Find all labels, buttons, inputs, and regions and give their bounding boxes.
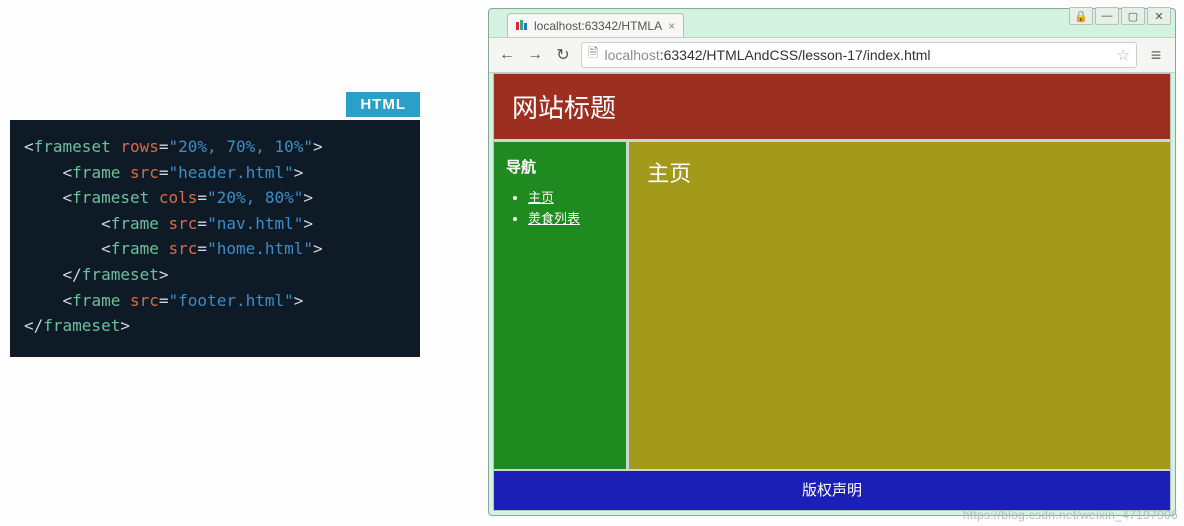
code-block: <frameset rows="20%, 70%, 10%"> <frame s… — [10, 120, 420, 357]
nav-list: 主页 羙食列表 — [506, 187, 614, 227]
back-button[interactable]: ← — [497, 45, 517, 65]
window-close-button[interactable]: ✕ — [1147, 7, 1171, 25]
page-viewport: 网站标题 导航 主页 羙食列表 主页 版权声明 — [493, 73, 1171, 511]
code-snippet: HTML <frameset rows="20%, 70%, 10%"> <fr… — [10, 120, 420, 357]
code-language-badge: HTML — [346, 92, 420, 117]
hamburger-menu-icon[interactable]: ≡ — [1145, 44, 1167, 66]
tab-close-icon[interactable]: × — [668, 19, 675, 33]
list-item: 羙食列表 — [528, 208, 614, 227]
frame-header: 网站标题 — [494, 74, 1170, 142]
window-maximize-button[interactable]: ▢ — [1121, 7, 1145, 25]
nav-link-home[interactable]: 主页 — [528, 190, 554, 205]
frame-middle-row: 导航 主页 羙食列表 主页 — [494, 142, 1170, 471]
frame-main: 主页 — [629, 142, 1170, 469]
window-controls: 🔒 — ▢ ✕ — [1069, 7, 1171, 25]
browser-tab[interactable]: localhost:63342/HTMLA × — [507, 13, 684, 37]
frame-nav: 导航 主页 羙食列表 — [494, 142, 629, 469]
page-icon: 🗎 — [588, 44, 598, 66]
bookmark-star-icon[interactable]: ☆ — [1117, 46, 1130, 64]
window-lock-button[interactable]: 🔒 — [1069, 7, 1093, 25]
tab-title: localhost:63342/HTMLA — [534, 19, 662, 33]
window-minimize-button[interactable]: — — [1095, 7, 1119, 25]
nav-heading: 导航 — [506, 156, 614, 177]
frame-footer: 版权声明 — [494, 471, 1170, 510]
watermark: https://blog.csdn.net/weixin_47197906 — [963, 508, 1178, 522]
favicon-icon — [516, 20, 528, 32]
nav-link-food[interactable]: 羙食列表 — [528, 211, 580, 226]
address-bar[interactable]: 🗎 localhost:63342/HTMLAndCSS/lesson-17/i… — [581, 42, 1137, 68]
reload-button[interactable]: ↻ — [553, 45, 573, 65]
browser-window: 🔒 — ▢ ✕ localhost:63342/HTMLA × ← → ↻ 🗎 … — [488, 8, 1176, 516]
forward-button[interactable]: → — [525, 45, 545, 65]
browser-toolbar: ← → ↻ 🗎 localhost:63342/HTMLAndCSS/lesso… — [489, 37, 1175, 73]
address-host: localhost:63342/HTMLAndCSS/lesson-17/ind… — [604, 47, 930, 63]
list-item: 主页 — [528, 187, 614, 206]
